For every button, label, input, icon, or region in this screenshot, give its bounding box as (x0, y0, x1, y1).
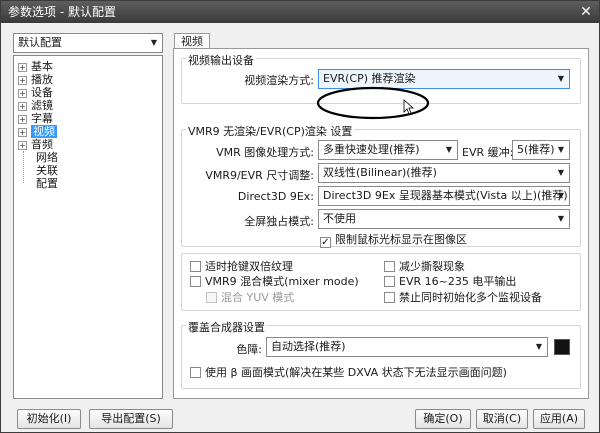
expand-icon[interactable]: + (18, 115, 27, 124)
evr-levels-label: EVR 16~235 电平输出 (399, 275, 517, 288)
ok-button[interactable]: 确定(O) (415, 409, 471, 429)
checkbox-icon (190, 367, 201, 378)
processing-select-value: 多重快速处理(推荐) (323, 143, 420, 156)
renderer-select-value: EVR(CP) 推荐渲染 (323, 72, 416, 85)
checkbox-icon (384, 292, 395, 303)
checkbox-icon (384, 261, 395, 272)
profile-select[interactable]: 默认配置 ▼ (13, 33, 163, 53)
reduce-tearing-checkbox[interactable]: 减少撕裂现象 (384, 260, 465, 273)
tree-item-label: 字幕 (31, 112, 53, 125)
profile-select-value: 默认配置 (18, 36, 62, 49)
processing-label: VMR 图像处理方式: (216, 146, 314, 159)
title-bar: 参数选项 - 默认配置 ✕ (1, 1, 599, 23)
fullscreen-select[interactable]: 不使用 ▼ (318, 209, 570, 229)
evr-buffer-select-value: 5(推荐) (517, 143, 555, 156)
chevron-down-icon: ▼ (557, 168, 565, 177)
tree-item-filters[interactable]: + 滤镜 (18, 99, 53, 112)
checkbox-icon (206, 292, 217, 303)
tab-video[interactable]: 视频 (174, 33, 210, 49)
video-output-group-label: 视频输出设备 (186, 52, 256, 68)
tree-item-label: 播放 (31, 73, 53, 86)
tree-item-video[interactable]: + 视频 (18, 125, 57, 138)
renderer-select[interactable]: EVR(CP) 推荐渲染 ▼ (318, 69, 570, 89)
d3d9ex-select[interactable]: Direct3D 9Ex 呈现器基本模式(Vista 以上)(推荐) ▼ (318, 186, 570, 206)
category-tree[interactable]: + 基本 + 播放 + 设备 + 滤镜 + 字幕 + 视频 + 音频 网络 关联 配置 (13, 55, 163, 399)
color-swatch[interactable] (554, 339, 570, 355)
tree-item-label: 音频 (31, 138, 53, 151)
yuv-mode-checkbox: 混合 YUV 模式 (206, 291, 294, 304)
tree-item-subtitles[interactable]: + 字幕 (18, 112, 53, 125)
mixer-mode-checkbox[interactable]: VMR9 混合模式(mixer mode) (190, 275, 359, 288)
tree-item-label: 基本 (31, 60, 53, 73)
preferences-window: 参数选项 - 默认配置 ✕ 默认配置 ▼ + 基本 + 播放 + 设备 + 滤镜 + 字幕 (0, 0, 600, 433)
beta-mode-checkbox[interactable]: 使用 β 画面模式(解决在某些 DXVA 状态下无法显示画面问题) (190, 366, 507, 379)
fullscreen-select-value: 不使用 (323, 212, 356, 225)
window-title: 参数选项 - 默认配置 (8, 5, 116, 19)
chevron-down-icon: ▼ (557, 145, 565, 154)
expand-icon[interactable]: + (18, 102, 27, 111)
apply-button[interactable]: 应用(A) (533, 409, 585, 429)
tree-item-audio[interactable]: + 音频 (18, 138, 53, 151)
fullscreen-label: 全屏独占模式: (244, 215, 314, 228)
tree-item-label: 滤镜 (31, 99, 53, 112)
tree-item-profiles[interactable]: 配置 (36, 177, 58, 190)
evr-levels-checkbox[interactable]: EVR 16~235 电平输出 (384, 275, 516, 288)
color-key-label: 色障: (236, 343, 262, 356)
evr-buffer-label: EVR 缓冲: (462, 146, 514, 159)
d3d9ex-label: Direct3D 9Ex: (237, 190, 314, 203)
expand-icon[interactable]: + (18, 63, 27, 72)
tree-item-device[interactable]: + 设备 (18, 86, 53, 99)
overlay-group-label: 覆盖合成器设置 (186, 319, 267, 335)
tree-item-basic[interactable]: + 基本 (18, 60, 53, 73)
limit-cursor-checkbox[interactable]: ✓ 限制鼠标光标显示在图像区 (320, 233, 467, 248)
chevron-down-icon: ▼ (557, 191, 565, 200)
video-settings-panel: 视频输出设备 视频渲染方式: EVR(CP) 推荐渲染 ▼ VMR9 无渲染/E… (173, 48, 589, 399)
renderer-label: 视频渲染方式: (244, 74, 314, 87)
beta-mode-label: 使用 β 画面模式(解决在某些 DXVA 状态下无法显示画面问题) (205, 366, 507, 379)
color-key-select[interactable]: 自动选择(推荐) ▼ (266, 337, 548, 357)
tree-connector (23, 151, 24, 183)
expand-icon[interactable]: + (18, 89, 27, 98)
expand-icon[interactable]: + (18, 76, 27, 85)
expand-icon[interactable]: + (18, 141, 27, 150)
checkbox-icon (384, 276, 395, 287)
cancel-button[interactable]: 取消(C) (476, 409, 528, 429)
resize-select-value: 双线性(Bilinear)(推荐) (323, 166, 437, 179)
tree-item-network[interactable]: 网络 (36, 151, 58, 164)
export-button[interactable]: 导出配置(S) (89, 409, 173, 429)
evr-buffer-select[interactable]: 5(推荐) ▼ (512, 140, 570, 160)
init-button[interactable]: 初始化(I) (17, 409, 81, 429)
limit-cursor-label: 限制鼠标光标显示在图像区 (335, 233, 467, 246)
color-key-select-value: 自动选择(推荐) (271, 340, 346, 353)
chevron-down-icon: ▼ (557, 214, 565, 223)
chevron-down-icon: ▼ (557, 74, 565, 83)
texture-checkbox[interactable]: 适时抢键双倍纹理 (190, 260, 293, 273)
mixer-mode-label: VMR9 混合模式(mixer mode) (205, 275, 359, 288)
checkbox-icon (190, 276, 201, 287)
tree-item-label: 视频 (31, 125, 57, 138)
processing-select[interactable]: 多重快速处理(推荐) ▼ (318, 140, 458, 160)
yuv-mode-label: 混合 YUV 模式 (221, 291, 295, 304)
multi-monitor-checkbox[interactable]: 禁止同时初始化多个监视设备 (384, 291, 542, 304)
close-icon[interactable]: ✕ (577, 4, 595, 20)
vmr-group-label: VMR9 无渲染/EVR(CP)渲染 设置 (186, 123, 355, 139)
tree-item-playback[interactable]: + 播放 (18, 73, 53, 86)
dialog-body: 默认配置 ▼ + 基本 + 播放 + 设备 + 滤镜 + 字幕 + 视频 + 音… (1, 23, 599, 432)
checkbox-icon (190, 261, 201, 272)
reduce-tearing-label: 减少撕裂现象 (399, 260, 465, 273)
tree-item-label: 设备 (31, 86, 53, 99)
tree-item-association[interactable]: 关联 (36, 164, 58, 177)
chevron-down-icon: ▼ (535, 342, 543, 351)
chevron-down-icon: ▼ (445, 145, 453, 154)
d3d9ex-select-value: Direct3D 9Ex 呈现器基本模式(Vista 以上)(推荐) (323, 189, 568, 202)
chevron-down-icon: ▼ (150, 38, 158, 47)
expand-icon[interactable]: + (18, 128, 27, 137)
resize-label: VMR9/EVR 尺寸调整: (205, 169, 314, 182)
multi-monitor-label: 禁止同时初始化多个监视设备 (399, 291, 542, 304)
resize-select[interactable]: 双线性(Bilinear)(推荐) ▼ (318, 163, 570, 183)
texture-label: 适时抢键双倍纹理 (205, 260, 293, 273)
checkbox-checked-icon: ✓ (320, 237, 331, 248)
